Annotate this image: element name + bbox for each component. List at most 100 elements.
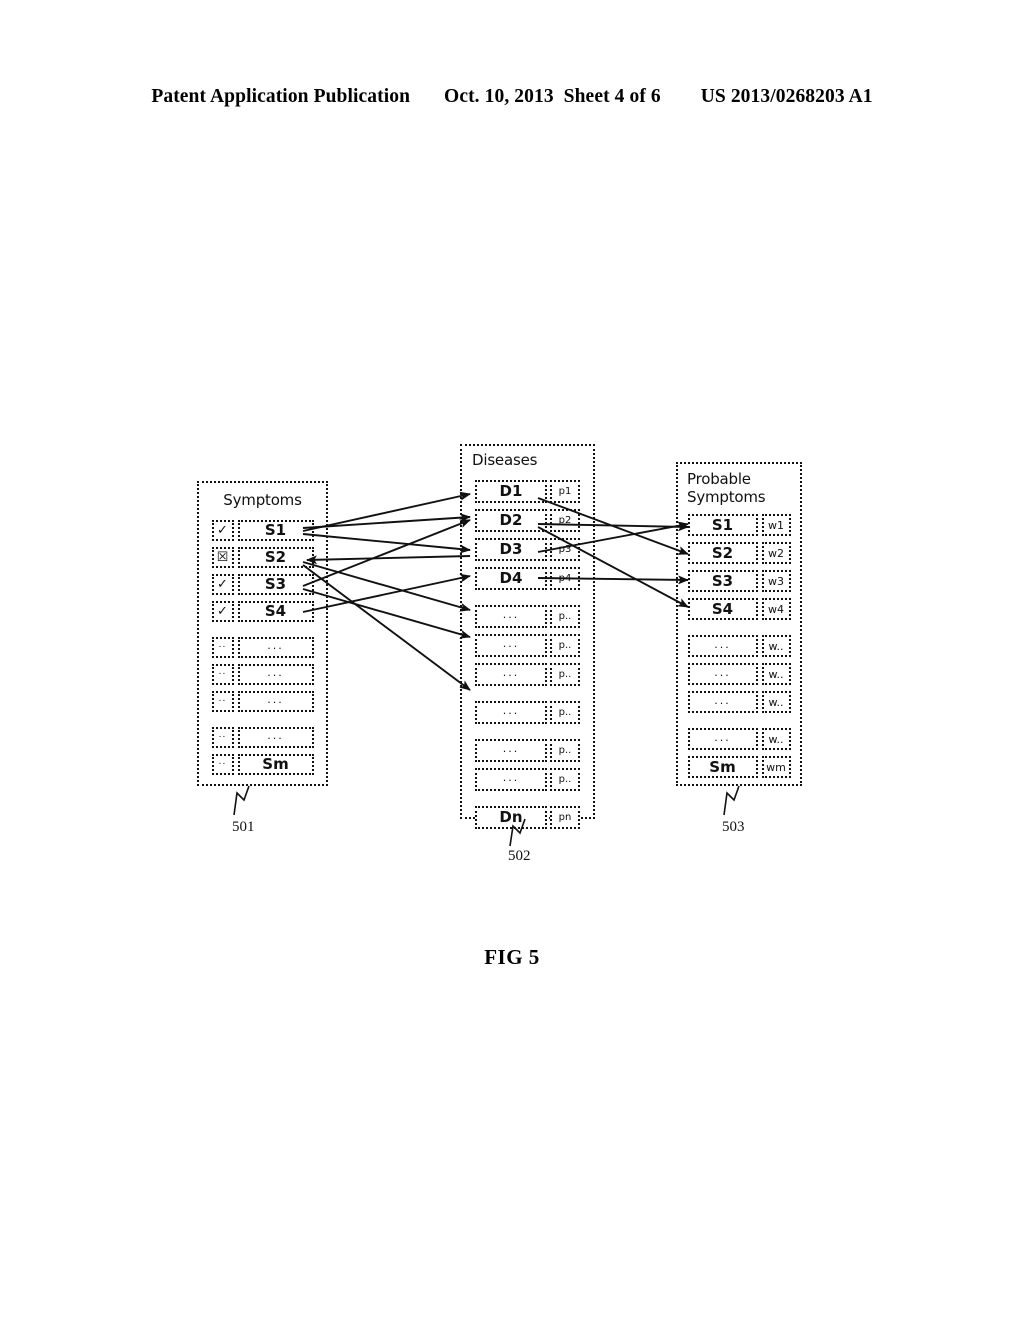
disease-label-dn[interactable]: Dn	[475, 805, 547, 829]
symptom-row-s4[interactable]: ✓ S4	[199, 599, 326, 624]
probable-label-s4[interactable]: S4	[687, 598, 758, 621]
symptom-label-s4[interactable]: S4	[237, 600, 314, 622]
disease-row-6[interactable]: ... p..	[462, 632, 593, 659]
probable-label-6[interactable]: ...	[687, 663, 758, 686]
probable-symptoms-panel: Probable Symptoms S1 w1 S2 w2 S3 w3 S4 w…	[676, 462, 802, 786]
probable-row-5[interactable]: ... w..	[678, 633, 800, 659]
disease-row-d3[interactable]: D3 p3	[462, 536, 593, 563]
probable-label-8[interactable]: ...	[687, 728, 758, 751]
edge-s4-d4	[302, 573, 471, 613]
disease-row-d1[interactable]: D1 p1	[462, 478, 593, 505]
diseases-panel: Diseases D1 p1 D2 p2 D3 p3 D4 p4 ... p..	[460, 444, 595, 829]
diseases-panel-title: Diseases	[472, 451, 538, 469]
probable-label-s1[interactable]: S1	[687, 514, 758, 537]
symptom-checkbox-s1[interactable]: ✓	[211, 519, 234, 541]
disease-label-7[interactable]: ...	[475, 662, 547, 686]
symptom-label-7[interactable]: ...	[237, 690, 314, 712]
symptom-checkbox-s3[interactable]: ✓	[211, 573, 234, 595]
reference-numeral-502: 502	[508, 848, 531, 864]
disease-prob-pn: pn	[550, 805, 580, 829]
disease-prob-5: p..	[550, 604, 580, 628]
probable-weight-w1: w1	[761, 514, 791, 537]
symptom-checkbox-7[interactable]: ..	[211, 690, 234, 712]
probable-title-line-2: Symptoms	[687, 487, 766, 506]
figure-caption: FIG 5	[484, 945, 540, 969]
symptom-checkbox-5[interactable]: ..	[211, 636, 234, 658]
probable-row-s3[interactable]: S3 w3	[678, 568, 800, 594]
symptom-row-7[interactable]: .. ...	[199, 689, 326, 714]
symptom-row-s2[interactable]: ☒ S2	[199, 545, 326, 570]
reference-numeral-501: 501	[232, 819, 255, 835]
symptom-row-8[interactable]: .. ...	[199, 725, 326, 750]
diseases-rows: D1 p1 D2 p2 D3 p3 D4 p4 ... p.. ... p.. …	[462, 478, 593, 833]
symptom-checkbox-sm[interactable]: ..	[211, 753, 234, 775]
disease-prob-p1: p1	[550, 479, 580, 503]
symptom-label-5[interactable]: ...	[237, 636, 314, 658]
disease-label-6[interactable]: ...	[475, 633, 547, 657]
symptom-label-s1[interactable]: S1	[237, 519, 314, 541]
symptom-row-6[interactable]: .. ...	[199, 662, 326, 687]
symptom-row-5[interactable]: .. ...	[199, 635, 326, 660]
disease-row-dn[interactable]: Dn pn	[462, 804, 593, 831]
probable-symptoms-rows: S1 w1 S2 w2 S3 w3 S4 w4 ... w.. ... w.. …	[678, 512, 800, 782]
disease-label-8[interactable]: ...	[475, 700, 547, 724]
edge-s1b-d2	[302, 513, 471, 529]
disease-prob-9: p..	[550, 738, 580, 762]
probable-label-5[interactable]: ...	[687, 635, 758, 658]
symptom-row-sm[interactable]: .. Sm	[199, 752, 326, 777]
symptoms-panel: Symptoms ✓ S1 ☒ S2 ✓ S3 ✓ S4 .. ... .. .…	[197, 481, 328, 786]
symptom-checkbox-6[interactable]: ..	[211, 663, 234, 685]
symptom-label-6[interactable]: ...	[237, 663, 314, 685]
symptom-label-8[interactable]: ...	[237, 726, 314, 748]
disease-label-d3[interactable]: D3	[475, 537, 547, 561]
probable-weight-5: w..	[761, 635, 791, 658]
disease-label-d4[interactable]: D4	[475, 566, 547, 590]
symptoms-rows: ✓ S1 ☒ S2 ✓ S3 ✓ S4 .. ... .. ... .. ...…	[199, 518, 326, 779]
disease-prob-7: p..	[550, 662, 580, 686]
symptom-row-s3[interactable]: ✓ S3	[199, 572, 326, 597]
probable-label-7[interactable]: ...	[687, 691, 758, 714]
disease-label-9[interactable]: ...	[475, 738, 547, 762]
probable-weight-8: w..	[761, 728, 791, 751]
symptom-label-s3[interactable]: S3	[237, 573, 314, 595]
symptom-label-s2[interactable]: S2	[237, 546, 314, 568]
probable-row-s4[interactable]: S4 w4	[678, 596, 800, 622]
probable-row-sm[interactable]: Sm wm	[678, 754, 800, 780]
disease-row-5[interactable]: ... p..	[462, 603, 593, 630]
disease-row-9[interactable]: ... p..	[462, 737, 593, 764]
reference-numeral-503: 503	[722, 819, 745, 835]
disease-prob-10: p..	[550, 767, 580, 791]
disease-row-10[interactable]: ... p..	[462, 766, 593, 793]
edge-s1-d3	[302, 533, 471, 554]
symptom-label-sm[interactable]: Sm	[237, 753, 314, 775]
disease-label-d1[interactable]: D1	[475, 479, 547, 503]
edge-s3-d6	[302, 588, 471, 639]
disease-row-d2[interactable]: D2 p2	[462, 507, 593, 534]
symptoms-panel-title: Symptoms	[223, 491, 302, 509]
symptom-checkbox-s4[interactable]: ✓	[211, 600, 234, 622]
edge-s1-d1	[302, 491, 471, 532]
probable-label-s2[interactable]: S2	[687, 542, 758, 565]
probable-row-8[interactable]: ... w..	[678, 726, 800, 752]
figure-5: Symptoms ✓ S1 ☒ S2 ✓ S3 ✓ S4 .. ... .. .…	[0, 0, 1024, 1320]
disease-row-d4[interactable]: D4 p4	[462, 565, 593, 592]
symptom-row-s1[interactable]: ✓ S1	[199, 518, 326, 543]
disease-row-8[interactable]: ... p..	[462, 699, 593, 726]
symptom-checkbox-s2[interactable]: ☒	[211, 546, 234, 568]
disease-label-10[interactable]: ...	[475, 767, 547, 791]
probable-title-line-1: Probable	[687, 470, 751, 488]
disease-row-7[interactable]: ... p..	[462, 661, 593, 688]
probable-label-s3[interactable]: S3	[687, 570, 758, 593]
disease-prob-8: p..	[550, 700, 580, 724]
probable-weight-w3: w3	[761, 570, 791, 593]
probable-weight-6: w..	[761, 663, 791, 686]
probable-weight-7: w..	[761, 691, 791, 714]
symptom-checkbox-8[interactable]: ..	[211, 726, 234, 748]
probable-row-s2[interactable]: S2 w2	[678, 540, 800, 566]
probable-label-sm[interactable]: Sm	[687, 756, 758, 779]
probable-row-s1[interactable]: S1 w1	[678, 512, 800, 538]
probable-row-6[interactable]: ... w..	[678, 661, 800, 687]
probable-row-7[interactable]: ... w..	[678, 689, 800, 715]
disease-label-5[interactable]: ...	[475, 604, 547, 628]
disease-label-d2[interactable]: D2	[475, 508, 547, 532]
